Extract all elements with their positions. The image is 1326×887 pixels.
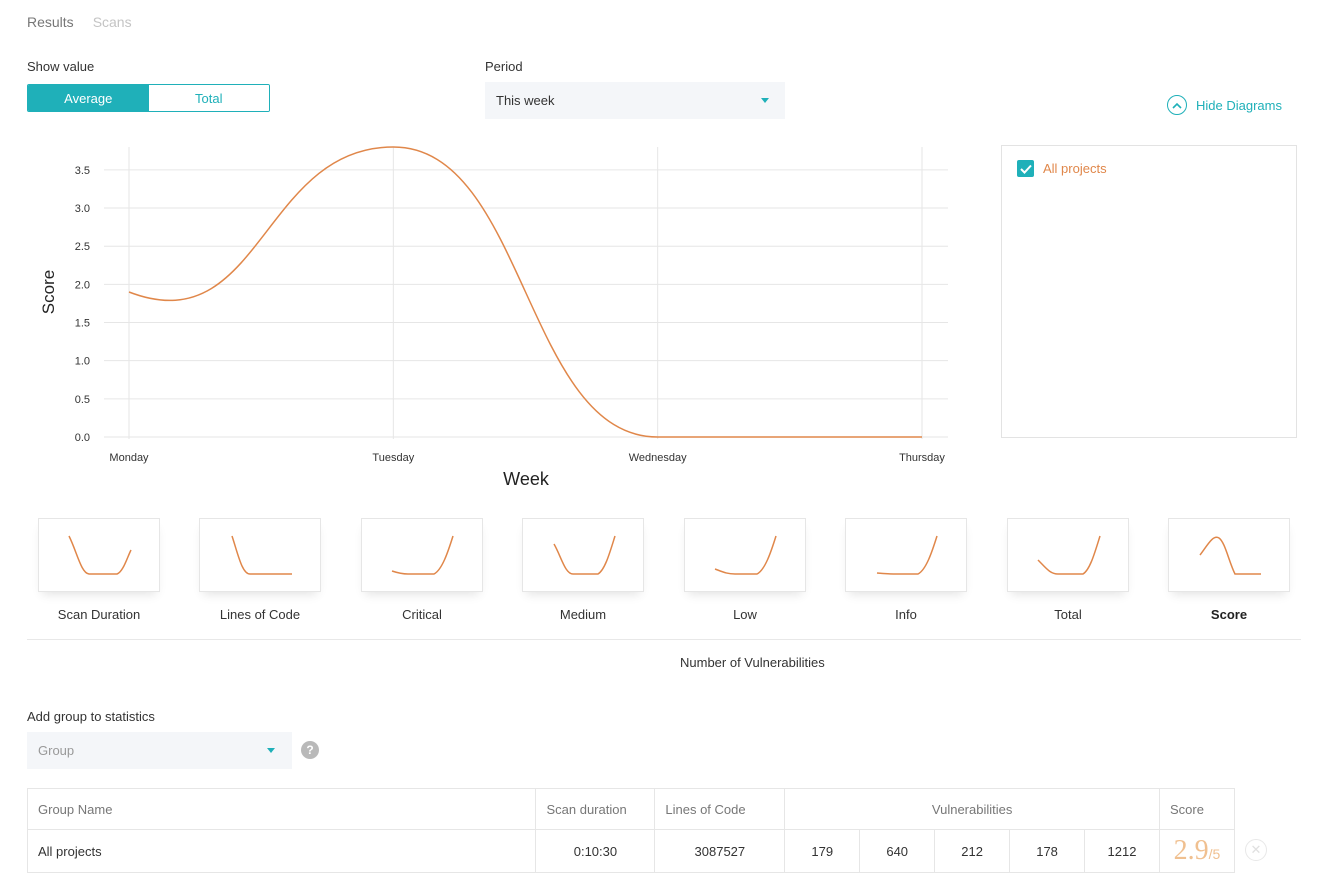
thumb-label: Scan Duration xyxy=(57,607,141,622)
period-select[interactable]: This week xyxy=(485,82,785,119)
help-icon[interactable]: ? xyxy=(301,741,319,759)
cell-total: 1212 xyxy=(1084,829,1160,873)
thumb-chart xyxy=(391,535,454,575)
x-tick-label: Monday xyxy=(109,452,149,464)
thumb-chart xyxy=(231,535,292,575)
show-value-label: Show value xyxy=(27,59,95,74)
thumb-label: Info xyxy=(895,607,917,622)
vulnerabilities-caption: Number of Vulnerabilities xyxy=(680,655,825,670)
cell-scan-duration: 0:10:30 xyxy=(535,829,656,873)
table-header-row: Group Name Scan duration Lines of Code V… xyxy=(26,788,1236,830)
thumb-label: Medium xyxy=(559,607,607,622)
header-lines-of-code: Lines of Code xyxy=(654,788,786,830)
thumb-label: Lines of Code xyxy=(219,607,301,622)
cell-low: 212 xyxy=(934,829,1011,873)
thumb-critical[interactable]: Critical xyxy=(361,518,483,622)
thumb-scan-duration[interactable]: Scan Duration xyxy=(38,518,160,622)
x-axis-title: Week xyxy=(503,469,550,489)
period-select-value: This week xyxy=(496,93,555,108)
project-label: All projects xyxy=(1043,161,1107,176)
period-label: Period xyxy=(485,59,523,74)
thumb-lines-of-code[interactable]: Lines of Code xyxy=(199,518,321,622)
group-select-placeholder: Group xyxy=(38,743,75,758)
y-tick-label: 3.5 xyxy=(75,165,90,177)
show-value-toggle: Average Total xyxy=(27,84,270,112)
tab-scans[interactable]: Scans xyxy=(93,14,132,30)
y-tick-label: 1.5 xyxy=(75,318,90,330)
average-option-button[interactable]: Average xyxy=(28,85,149,111)
y-axis-title: Score xyxy=(39,270,58,314)
thumb-chart xyxy=(714,535,777,575)
y-tick-label: 1.0 xyxy=(75,356,90,368)
score-max: /5 xyxy=(1208,846,1221,862)
series-line xyxy=(128,146,922,438)
projects-panel: All projects xyxy=(1001,145,1297,438)
header-vulnerabilities: Vulnerabilities xyxy=(784,788,1160,830)
metric-thumbnails: Scan Duration Lines of Code Critical Med… xyxy=(27,518,1301,626)
header-group-name: Group Name xyxy=(26,788,537,830)
thumb-label: Critical xyxy=(402,607,442,622)
hide-diagrams-button[interactable]: Hide Diagrams xyxy=(1167,95,1282,115)
top-tabs: Results Scans xyxy=(27,14,132,30)
header-scan-duration: Scan duration xyxy=(535,788,656,830)
thumb-info[interactable]: Info xyxy=(845,518,967,622)
remove-group-icon[interactable]: ✕ xyxy=(1245,839,1267,861)
thumb-chart xyxy=(68,535,132,575)
thumb-chart xyxy=(1199,536,1261,575)
thumb-label: Total xyxy=(1054,607,1082,622)
cell-info: 178 xyxy=(1009,829,1086,873)
y-tick-label: 0.0 xyxy=(75,432,90,444)
x-tick-label: Tuesday xyxy=(372,452,414,464)
thumb-low[interactable]: Low xyxy=(684,518,806,622)
chevron-down-icon xyxy=(267,748,275,753)
header-score: Score xyxy=(1158,788,1236,830)
thumb-medium[interactable]: Medium xyxy=(522,518,644,622)
thumb-label: Low xyxy=(733,607,757,622)
y-tick-label: 2.0 xyxy=(75,279,90,291)
chevron-down-icon xyxy=(761,98,769,103)
y-tick-label: 0.5 xyxy=(75,394,90,406)
y-tick-label: 2.5 xyxy=(75,241,90,253)
thumb-chart xyxy=(553,535,616,575)
thumb-chart xyxy=(1037,535,1101,575)
thumb-total[interactable]: Total xyxy=(1007,518,1129,622)
cell-critical: 179 xyxy=(784,829,861,873)
divider xyxy=(27,639,1301,640)
tab-results[interactable]: Results xyxy=(27,14,74,30)
cell-group-name: All projects xyxy=(26,829,537,873)
total-option-button[interactable]: Total xyxy=(148,85,269,111)
thumb-chart xyxy=(876,535,938,575)
cell-medium: 640 xyxy=(859,829,936,873)
x-tick-label: Thursday xyxy=(899,452,945,464)
score-line-chart: 0.0 0.5 1.0 1.5 2.0 2.5 3.0 3.5 Monday Tuesday Wed… xyxy=(39,146,948,489)
checkbox-checked-icon[interactable] xyxy=(1017,160,1034,177)
cell-lines-of-code: 3087527 xyxy=(654,829,786,873)
y-tick-label: 3.0 xyxy=(75,203,90,215)
thumb-label: Score xyxy=(1210,607,1248,622)
project-item-all-projects[interactable]: All projects xyxy=(1017,160,1107,177)
x-tick-label: Wednesday xyxy=(629,452,687,464)
hide-diagrams-label: Hide Diagrams xyxy=(1196,97,1282,113)
table-row[interactable]: All projects 0:10:30 3087527 179 640 212… xyxy=(26,829,1236,873)
chevron-up-circle-icon xyxy=(1167,95,1187,115)
score-value: 2.9 xyxy=(1173,835,1209,866)
cell-score: 2.9/5 xyxy=(1158,829,1236,873)
add-group-label: Add group to statistics xyxy=(27,709,155,724)
group-stats-table: Group Name Scan duration Lines of Code V… xyxy=(26,788,1236,873)
thumb-score[interactable]: Score xyxy=(1168,518,1290,622)
group-select[interactable]: Group xyxy=(27,732,292,769)
